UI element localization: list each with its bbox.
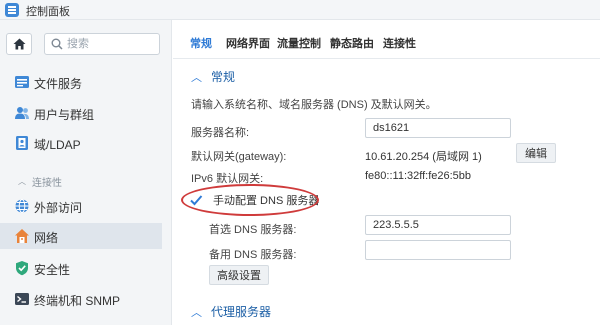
sidebar-group-connectivity[interactable]: ︿ 连接性 (18, 174, 62, 189)
sidebar-item-label: 外部访问 (34, 201, 83, 215)
tab-static-route[interactable]: 静态路由 (330, 35, 374, 51)
sidebar-item-label: 文件服务 (34, 77, 83, 91)
home-icon (13, 38, 25, 50)
title-bar: 控制面板 (0, 0, 600, 20)
tab-general[interactable]: 常规 (190, 35, 212, 51)
shield-icon (16, 261, 28, 276)
secondary-dns-label: 备用 DNS 服务器: (209, 249, 297, 261)
sidebar-item-label: 安全性 (34, 263, 71, 277)
ipv6-gateway-value: fe80::11:32ff:fe26:5bb (365, 170, 472, 182)
network-home-icon (15, 229, 29, 243)
sidebar-item-users-groups[interactable]: 用户与群组 (0, 100, 162, 126)
sidebar-group-label: 连接性 (32, 178, 62, 189)
section-header-general[interactable]: ︿ 常规 (191, 68, 235, 85)
sidebar-item-network[interactable]: 网络 (0, 223, 162, 249)
gateway-label: 默认网关(gateway): (191, 151, 287, 163)
chevron-up-icon: ︿ (18, 177, 26, 186)
folder-icon (15, 76, 29, 88)
users-icon (15, 107, 29, 119)
terminal-icon (15, 293, 29, 305)
tab-connectivity[interactable]: 连接性 (383, 35, 416, 51)
edit-gateway-button[interactable]: 编辑 (516, 143, 556, 163)
sidebar: 文件服务 用户与群组 域/LDAP ︿ 连接性 外部 (0, 20, 172, 325)
primary-dns-label: 首选 DNS 服务器: (209, 224, 297, 236)
sidebar-item-terminal-snmp[interactable]: 终端机和 SNMP (0, 286, 162, 312)
chevron-up-icon: ︿ (191, 306, 202, 319)
search-icon (51, 38, 63, 50)
directory-icon (16, 136, 28, 150)
window-title: 控制面板 (26, 6, 70, 18)
advanced-settings-button[interactable]: 高级设置 (209, 265, 269, 285)
section-title: 常规 (211, 70, 236, 84)
sidebar-item-domain-ldap[interactable]: 域/LDAP (0, 130, 162, 156)
sidebar-item-file-services[interactable]: 文件服务 (0, 69, 162, 95)
server-name-label: 服务器名称: (191, 127, 250, 139)
globe-icon (15, 199, 29, 213)
sidebar-item-external-access[interactable]: 外部访问 (0, 193, 162, 219)
manual-dns-checkbox[interactable]: 手动配置 DNS 服务器 (189, 192, 319, 208)
manual-dns-label: 手动配置 DNS 服务器 (213, 195, 320, 207)
search-box[interactable] (44, 33, 160, 55)
sidebar-item-label: 域/LDAP (34, 138, 81, 152)
primary-dns-input[interactable] (365, 215, 511, 235)
section-header-proxy[interactable]: ︿ 代理服务器 (191, 303, 271, 320)
control-panel-icon (5, 3, 19, 17)
gateway-value: 10.61.20.254 (局域网 1) (365, 151, 482, 163)
chevron-up-icon: ︿ (191, 71, 202, 84)
general-description: 请输入系统名称、域名服务器 (DNS) 及默认网关。 (191, 99, 437, 111)
server-name-input[interactable] (365, 118, 511, 138)
tab-bar: 常规 网络界面 流量控制 静态路由 连接性 (173, 20, 600, 59)
ipv6-gateway-label: IPv6 默认网关: (191, 173, 264, 185)
sidebar-item-label: 网络 (34, 231, 59, 245)
checkmark-icon[interactable] (189, 193, 203, 207)
sidebar-item-security[interactable]: 安全性 (0, 255, 162, 281)
tab-network-interface[interactable]: 网络界面 (226, 35, 270, 51)
secondary-dns-input[interactable] (365, 240, 511, 260)
sidebar-item-label: 用户与群组 (34, 108, 95, 122)
main-panel: 常规 网络界面 流量控制 静态路由 连接性 ︿ 常规 请输入系统名称、域名服务器… (173, 20, 600, 325)
sidebar-item-label: 终端机和 SNMP (34, 294, 121, 308)
tab-traffic-control[interactable]: 流量控制 (277, 35, 321, 51)
section-title: 代理服务器 (211, 305, 272, 319)
home-button[interactable] (6, 33, 32, 55)
search-input[interactable] (67, 37, 153, 51)
